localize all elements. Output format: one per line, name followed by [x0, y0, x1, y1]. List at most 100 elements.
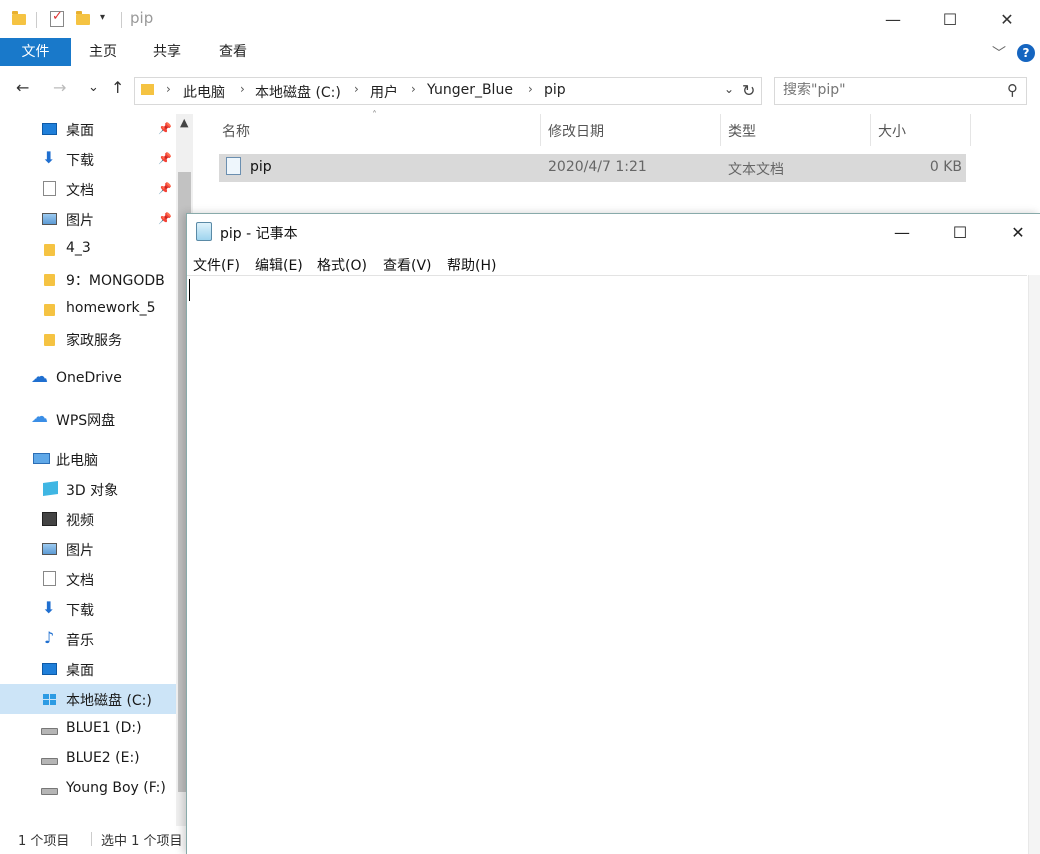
column-header-name[interactable]: 名称	[222, 121, 250, 141]
breadcrumb-local-disk[interactable]: 本地磁盘 (C:)	[255, 82, 341, 102]
sidebar-item-label: 家政服务	[66, 333, 122, 349]
address-dropdown-icon[interactable]: ⌄	[724, 82, 734, 96]
breadcrumb-separator[interactable]: ›	[411, 82, 416, 96]
column-divider[interactable]	[970, 114, 971, 146]
menu-help[interactable]: 帮助(H)	[447, 255, 496, 275]
forward-button[interactable]: →	[53, 78, 66, 97]
sidebar-item-label: 下载	[66, 153, 94, 169]
sidebar-item-videos[interactable]: 视频	[0, 504, 176, 534]
back-button[interactable]: ←	[16, 78, 29, 97]
minimize-button[interactable]: —	[870, 0, 916, 38]
sidebar-item-label: 下载	[66, 603, 94, 619]
recent-locations-button[interactable]: ⌄	[88, 80, 99, 95]
scroll-up-icon[interactable]: ▲	[180, 116, 188, 129]
sort-ascending-icon: ˄	[372, 110, 377, 121]
refresh-icon[interactable]: ↻	[742, 81, 755, 100]
column-header-date-modified[interactable]: 修改日期	[548, 121, 604, 141]
sidebar-item-label: WPS网盘	[56, 413, 116, 429]
column-divider[interactable]	[720, 114, 721, 146]
breadcrumb-separator[interactable]: ›	[528, 82, 533, 96]
sidebar-item-downloads-pinned[interactable]: ⬇ 下载 📌	[0, 144, 176, 174]
picture-icon	[42, 213, 57, 225]
tab-share[interactable]: 共享	[141, 38, 193, 66]
sidebar-item-wps-cloud[interactable]: ☁ WPS网盘	[0, 404, 176, 434]
sidebar-item-3d-objects[interactable]: 3D 对象	[0, 474, 176, 504]
breadcrumb-separator[interactable]: ›	[354, 82, 359, 96]
tab-file[interactable]: 文件	[0, 38, 71, 66]
download-icon: ⬇	[42, 598, 56, 617]
notepad-close-button[interactable]: ✕	[989, 214, 1040, 250]
new-folder-icon[interactable]	[76, 11, 90, 25]
breadcrumb-users[interactable]: 用户	[370, 82, 398, 102]
sidebar-item-4-3[interactable]: 4_3	[0, 234, 176, 264]
quick-access-dropdown-icon[interactable]: ▾	[100, 12, 105, 23]
sidebar-item-music[interactable]: ♪ 音乐	[0, 624, 176, 654]
notepad-icon[interactable]	[196, 222, 212, 241]
sidebar-item-pictures-pinned[interactable]: 图片 📌	[0, 204, 176, 234]
wps-cloud-icon: ☁	[31, 407, 48, 427]
close-button[interactable]: ✕	[984, 0, 1030, 38]
sidebar-item-pictures[interactable]: 图片	[0, 534, 176, 564]
sidebar-item-label: BLUE1 (D:)	[66, 720, 142, 736]
search-box[interactable]: ⚲	[774, 77, 1027, 105]
sidebar-item-label: 桌面	[66, 123, 94, 139]
menu-edit[interactable]: 编辑(E)	[255, 255, 303, 275]
menu-format[interactable]: 格式(O)	[317, 255, 367, 275]
sidebar-item-label: Young Boy (F:)	[66, 780, 166, 796]
help-icon[interactable]: ?	[1017, 44, 1035, 62]
menu-file[interactable]: 文件(F)	[193, 255, 240, 275]
notepad-minimize-button[interactable]: —	[873, 214, 931, 250]
sidebar-item-local-disk-c[interactable]: 本地磁盘 (C:)	[0, 684, 176, 714]
tab-view[interactable]: 查看	[207, 38, 259, 66]
notepad-text-area[interactable]	[187, 275, 1027, 854]
this-pc-icon	[33, 453, 50, 464]
ribbon-tabs: 文件 主页 共享 查看	[0, 38, 1040, 68]
sidebar-item-this-pc[interactable]: 此电脑	[0, 444, 176, 474]
sidebar-item-young-boy-f[interactable]: Young Boy (F:)	[0, 774, 176, 804]
column-divider[interactable]	[540, 114, 541, 146]
breadcrumb-this-pc[interactable]: 此电脑	[183, 82, 225, 102]
sidebar-item-label: 音乐	[66, 633, 94, 649]
notepad-maximize-button[interactable]: ☐	[931, 214, 989, 250]
windows-drive-icon	[43, 694, 56, 706]
sidebar-item-blue1-d[interactable]: BLUE1 (D:)	[0, 714, 176, 744]
selection-count: 选中 1 个项目	[101, 834, 183, 849]
file-name[interactable]: pip	[250, 159, 272, 175]
up-button[interactable]: ↑	[111, 78, 124, 97]
column-header-size[interactable]: 大小	[878, 121, 906, 141]
sidebar-item-housekeeping[interactable]: 家政服务	[0, 324, 176, 354]
breadcrumb-pip[interactable]: pip	[544, 82, 566, 98]
search-icon[interactable]: ⚲	[1007, 81, 1018, 99]
document-icon	[43, 571, 56, 586]
notepad-scrollbar[interactable]	[1028, 275, 1040, 854]
maximize-button[interactable]: ☐	[927, 0, 973, 38]
folder-icon	[44, 334, 55, 346]
menu-view[interactable]: 查看(V)	[383, 255, 432, 275]
properties-icon[interactable]	[50, 9, 64, 27]
sidebar-item-desktop[interactable]: 桌面	[0, 654, 176, 684]
folder-icon	[141, 84, 154, 95]
column-divider[interactable]	[870, 114, 871, 146]
pin-icon: 📌	[158, 182, 172, 195]
column-header-type[interactable]: 类型	[728, 121, 756, 141]
sidebar-item-blue2-e[interactable]: BLUE2 (E:)	[0, 744, 176, 774]
sidebar-item-label: 图片	[66, 543, 94, 559]
sidebar-item-desktop-pinned[interactable]: 桌面 📌	[0, 114, 176, 144]
search-input[interactable]	[783, 82, 983, 98]
sidebar-item-label: 文档	[66, 183, 94, 199]
chevron-down-icon[interactable]: ﹀	[992, 43, 1006, 63]
sidebar-item-onedrive[interactable]: ☁ OneDrive	[0, 364, 176, 394]
breadcrumb-user-folder[interactable]: Yunger_Blue	[427, 82, 513, 98]
sidebar-item-documents-pinned[interactable]: 文档 📌	[0, 174, 176, 204]
sidebar-item-label: 本地磁盘 (C:)	[66, 693, 152, 709]
sidebar-item-homework-5[interactable]: homework_5	[0, 294, 176, 324]
window-title: pip	[130, 9, 154, 27]
breadcrumb-separator[interactable]: ›	[240, 82, 245, 96]
sidebar-item-mongodb[interactable]: 9：MONGODB	[0, 264, 176, 294]
video-icon	[42, 512, 57, 526]
folder-icon	[44, 304, 55, 316]
desktop-icon	[42, 123, 57, 135]
tab-home[interactable]: 主页	[77, 38, 129, 66]
sidebar-item-downloads[interactable]: ⬇ 下载	[0, 594, 176, 624]
sidebar-item-documents[interactable]: 文档	[0, 564, 176, 594]
